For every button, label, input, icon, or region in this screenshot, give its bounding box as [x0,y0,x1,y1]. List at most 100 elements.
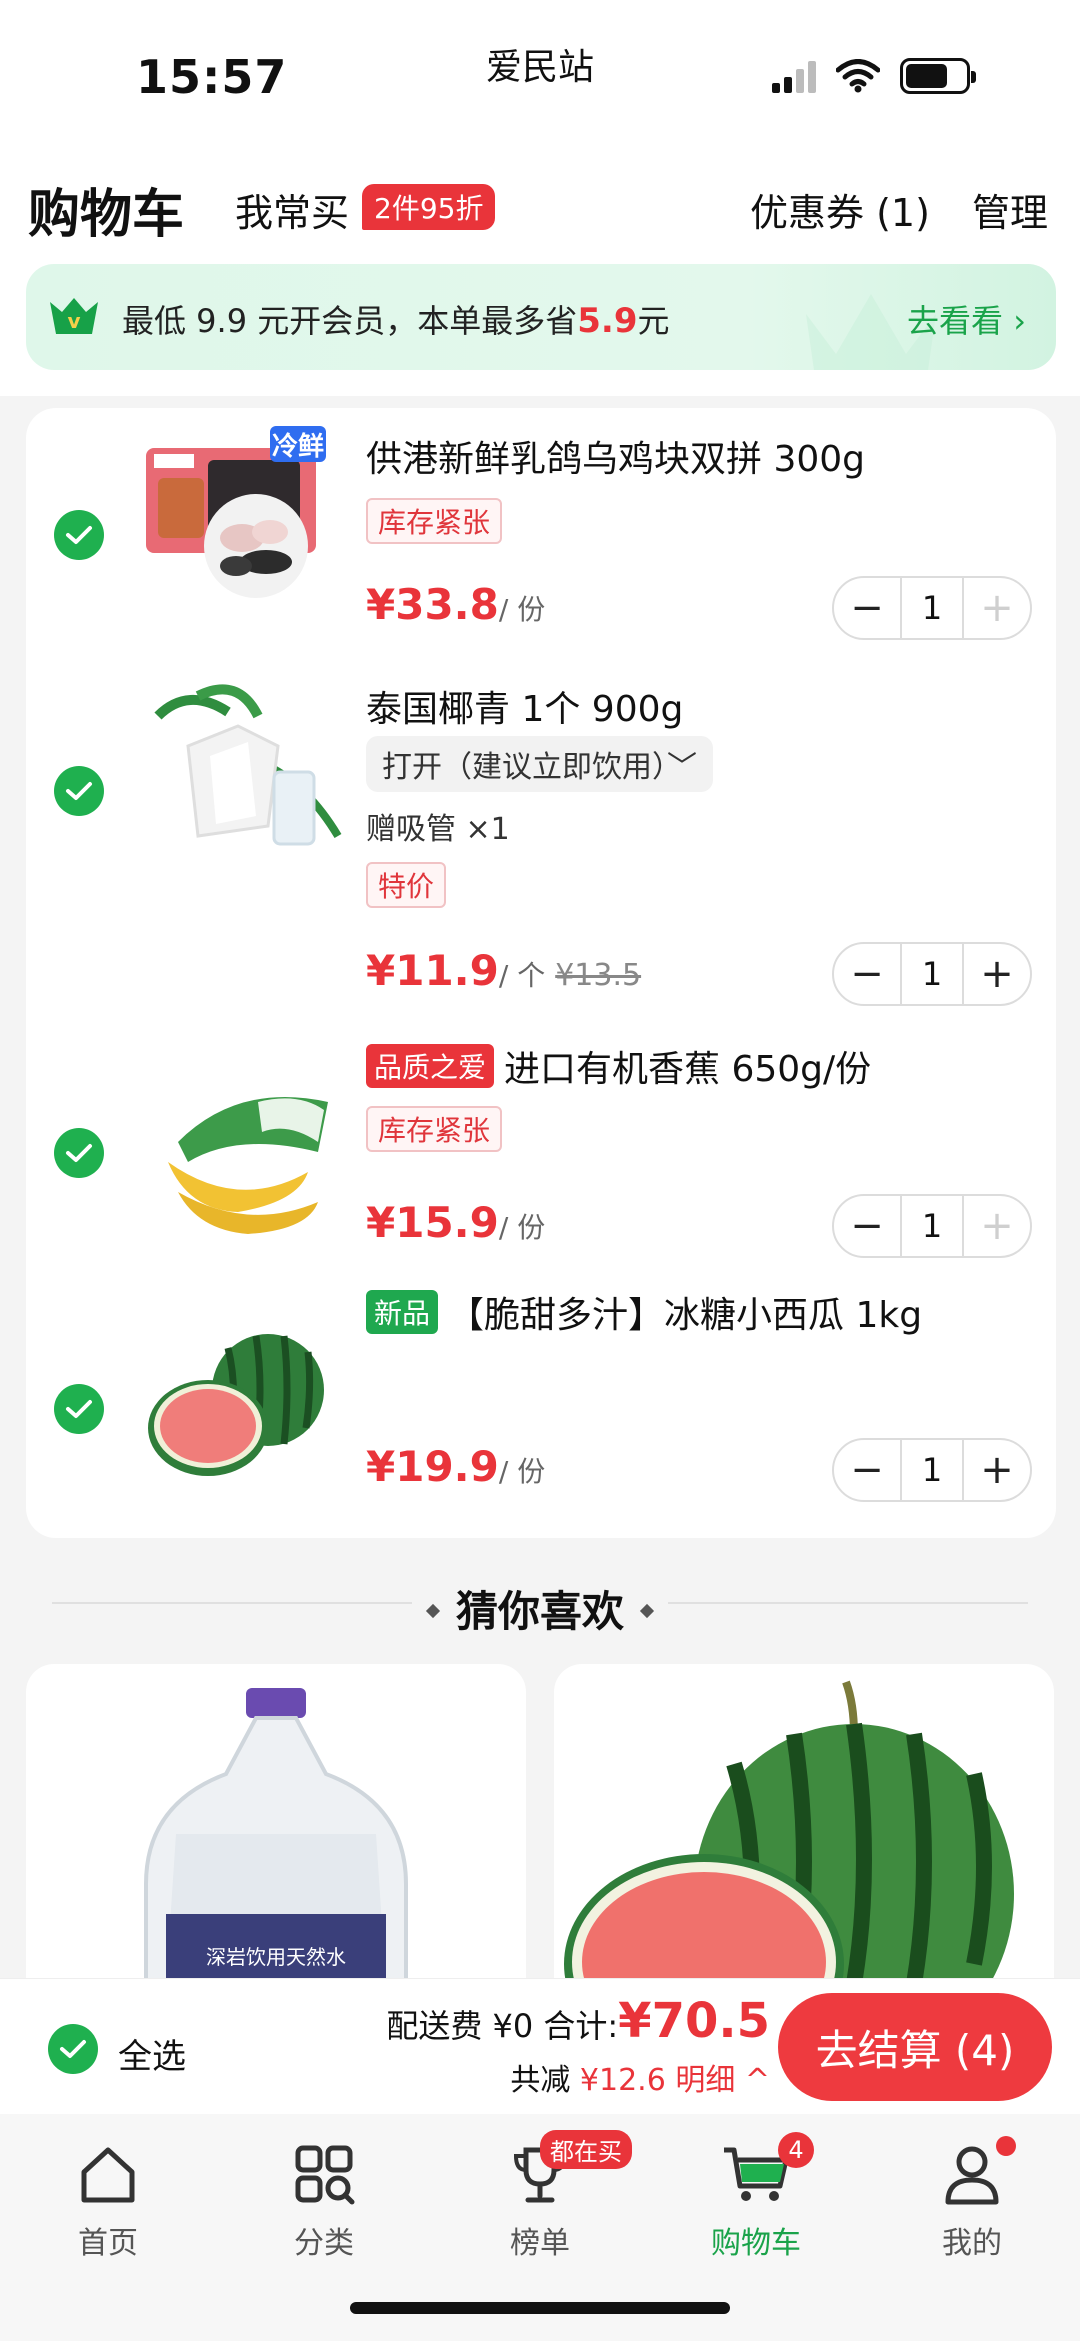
checkout-bar: 全选 配送费 ¥0 合计:¥70.5 共减 ¥12.6 明细 ^ 去结算 (4) [0,1978,1080,2114]
special-price-tag: 特价 [366,862,447,908]
check-icon [66,1144,92,1162]
delivery-fee: 配送费 ¥0 合计: [386,2007,619,2045]
total-amount: ¥70.5 [618,1993,770,2049]
price-value: ¥19.9 [366,1442,499,1491]
manage-button[interactable]: 管理 [972,182,1048,237]
ranking-badge: 都在买 [540,2130,632,2169]
cart-item[interactable]: 品质之爱 进口有机香蕉 650g/份 库存紧张 ¥15.9/ 份 − 1 + [26,1018,1056,1278]
option-select[interactable]: 打开（建议立即饮用）﹀ [366,736,713,792]
increase-button[interactable]: + [964,1196,1030,1256]
product-image-watermelon[interactable] [138,1318,348,1498]
item-check[interactable] [54,510,104,560]
decrease-button[interactable]: − [834,1196,900,1256]
page-title: 购物车 [28,185,185,245]
quantity-stepper: − 1 + [832,576,1032,640]
recommend-title-text: 猜你喜欢 [455,1587,624,1636]
price-unit: / 个 [498,959,546,992]
item-check[interactable] [54,766,104,816]
price-value: ¥11.9 [366,946,499,995]
increase-button[interactable]: + [964,1440,1030,1500]
total-summary: 配送费 ¥0 合计:¥70.5 [386,1993,770,2049]
svg-text:v: v [67,309,80,333]
cart-header: 购物车 我常买 2件95折 优惠券 (1) 管理 [0,172,1080,245]
select-all-label[interactable]: 全选 [118,2029,186,2078]
home-indicator[interactable] [350,2302,730,2314]
tab-home[interactable]: 首页 [8,2134,208,2262]
often-buy-badge: 2件95折 [362,184,496,230]
tab-label: 我的 [942,2226,1002,2261]
tab-mine[interactable]: 我的 [872,2134,1072,2262]
tab-label: 购物车 [711,2226,801,2261]
check-icon [66,1400,92,1418]
quantity-value[interactable]: 1 [900,1196,964,1256]
recommend-section-title: 猜你喜欢 [0,1578,1080,1636]
product-price: ¥11.9/ 个 ¥13.5 [366,946,641,995]
recommend-card-water[interactable]: 深岩饮用天然水 [26,1664,526,1984]
select-all-check[interactable] [48,2024,98,2074]
tab-category[interactable]: 分类 [224,2134,424,2262]
cold-fresh-badge: 冷鲜 [270,426,326,462]
quantity-stepper: − 1 + [832,942,1032,1006]
recommend-title: 猜你喜欢 [0,1578,1080,1639]
diamond-icon [639,1603,655,1619]
tab-cart[interactable]: 4 购物车 [656,2132,856,2262]
often-buy-tab[interactable]: 我常买 [235,182,349,237]
battery-icon [900,58,976,94]
price-value: ¥33.8 [366,580,499,629]
cart-list: 冷鲜 供港新鲜乳鸽乌鸡块双拼 300g 库存紧张 ¥33.8/ 份 − 1 + … [26,408,1056,1538]
tab-label: 榜单 [510,2226,570,2261]
item-check[interactable] [54,1384,104,1434]
checkout-button[interactable]: 去结算 (4) [778,1993,1052,2101]
quantity-stepper: − 1 + [832,1194,1032,1258]
product-title[interactable]: 品质之爱 进口有机香蕉 650g/份 [366,1040,871,1092]
product-price: ¥19.9/ 份 [366,1442,545,1491]
price-unit: / 份 [498,1455,546,1488]
notification-dot [996,2136,1016,2156]
discount-amount: ¥12.6 明细 ^ [579,2063,770,2098]
quantity-value[interactable]: 1 [900,1440,964,1500]
product-title-text: 【脆甜多汁】冰糖小西瓜 1kg [448,1295,923,1336]
increase-button[interactable]: + [964,578,1030,638]
quantity-value[interactable]: 1 [900,578,964,638]
product-title[interactable]: 新品 【脆甜多汁】冰糖小西瓜 1kg [366,1286,922,1338]
product-image-watermelon-large [564,1680,1014,1984]
increase-button[interactable]: + [964,944,1030,1004]
check-icon [66,526,92,544]
member-save-amount: 5.9 [577,301,638,341]
price-unit: / 份 [498,593,546,626]
product-image-coconut[interactable] [138,676,348,856]
stock-tag: 库存紧张 [366,1106,503,1152]
discount-detail-button[interactable]: 共减 ¥12.6 明细 ^ [510,2055,770,2099]
quantity-stepper: − 1 + [832,1438,1032,1502]
coupon-button[interactable]: 优惠券 (1) [750,182,930,237]
check-icon [60,2040,86,2058]
cart-item[interactable]: 冷鲜 供港新鲜乳鸽乌鸡块双拼 300g 库存紧张 ¥33.8/ 份 − 1 + [26,408,1056,658]
vip-crown-icon: v [50,298,98,334]
cart-item[interactable]: 泰国椰青 1个 900g 打开（建议立即饮用）﹀ 赠吸管 ×1 特价 ¥11.9… [26,658,1056,1018]
wifi-icon [836,59,880,93]
top-area: 15:57 爱民站 购物车 我常买 2件95折 优惠券 (1) 管理 v 最低 … [0,0,1080,396]
tab-ranking[interactable]: 都在买 榜单 [440,2130,640,2262]
product-image-water: 深岩饮用天然水 [144,1688,408,1984]
quantity-value[interactable]: 1 [900,944,964,1004]
decrease-button[interactable]: − [834,944,900,1004]
item-check[interactable] [54,1128,104,1178]
decrease-button[interactable]: − [834,578,900,638]
product-title-text: 进口有机香蕉 650g/份 [504,1049,872,1090]
cart-item[interactable]: 新品 【脆甜多汁】冰糖小西瓜 1kg ¥19.9/ 份 − 1 + [26,1278,1056,1528]
check-icon [66,782,92,800]
recommend-card-watermelon[interactable] [554,1664,1054,1984]
member-go-button[interactable]: 去看看 › [907,296,1026,342]
new-label: 新品 [366,1290,439,1334]
product-title[interactable]: 泰国椰青 1个 900g [366,680,683,732]
product-title[interactable]: 供港新鲜乳鸽乌鸡块双拼 300g [366,430,865,482]
signal-icon [772,59,816,93]
product-price: ¥15.9/ 份 [366,1198,545,1247]
diamond-icon [425,1603,441,1619]
decrease-button[interactable]: − [834,1440,900,1500]
user-icon [945,2146,999,2205]
product-price: ¥33.8/ 份 [366,580,545,629]
cart-count-badge: 4 [778,2132,814,2168]
product-image-banana[interactable] [138,1062,348,1242]
member-banner[interactable]: v 最低 9.9 元开会员，本单最多省5.9元 去看看 › [26,264,1056,370]
